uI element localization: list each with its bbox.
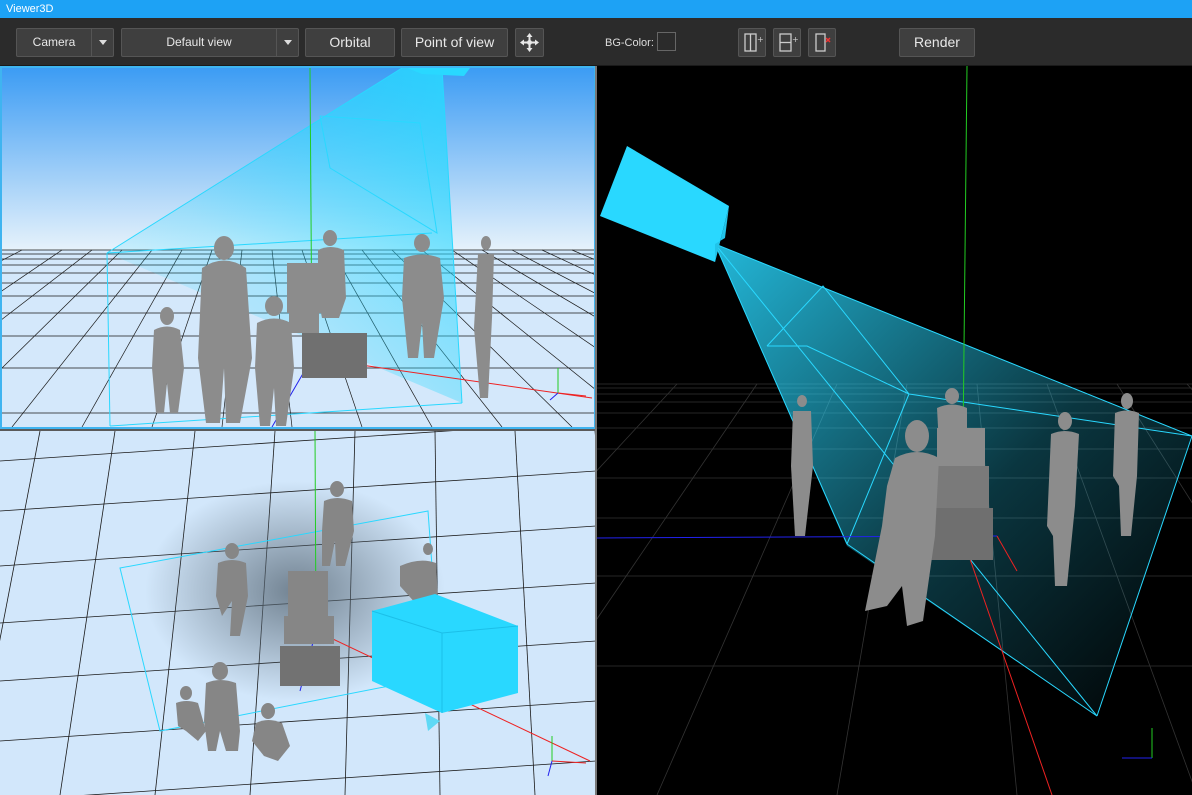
move-button[interactable]	[515, 28, 544, 57]
svg-text:+: +	[757, 35, 764, 44]
svg-text:+: +	[792, 35, 799, 44]
view-select[interactable]: Default view	[121, 28, 299, 57]
chevron-down-icon[interactable]	[276, 29, 298, 56]
toolbar: Camera Default view Orbital Point of vie…	[0, 18, 1192, 66]
viewport-perspective[interactable]	[0, 66, 596, 429]
viewport-free[interactable]	[597, 66, 1192, 795]
camera-select[interactable]: Camera	[16, 28, 114, 57]
free-scene	[597, 66, 1192, 795]
bg-color-swatch[interactable]	[657, 32, 676, 51]
camera-select-value: Camera	[32, 35, 76, 49]
split-horizontal-button[interactable]: +	[773, 28, 801, 57]
split-vertical-icon: +	[744, 33, 764, 52]
orbital-button[interactable]: Orbital	[305, 28, 395, 57]
move-arrows-icon	[520, 33, 539, 52]
window-title: Viewer3D	[0, 0, 1192, 18]
perspective-scene	[2, 68, 594, 427]
split-vertical-button[interactable]: +	[738, 28, 766, 57]
chevron-down-icon[interactable]	[91, 29, 113, 56]
viewport-top[interactable]	[0, 431, 596, 795]
top-scene	[0, 431, 596, 795]
bg-color-label: BG-Color:	[605, 37, 654, 49]
remove-view-icon	[815, 33, 831, 52]
view-select-value: Default view	[166, 35, 232, 49]
remove-view-button[interactable]	[808, 28, 836, 57]
split-horizontal-icon: +	[779, 33, 799, 52]
render-button[interactable]: Render	[899, 28, 975, 57]
point-of-view-button[interactable]: Point of view	[401, 28, 508, 57]
